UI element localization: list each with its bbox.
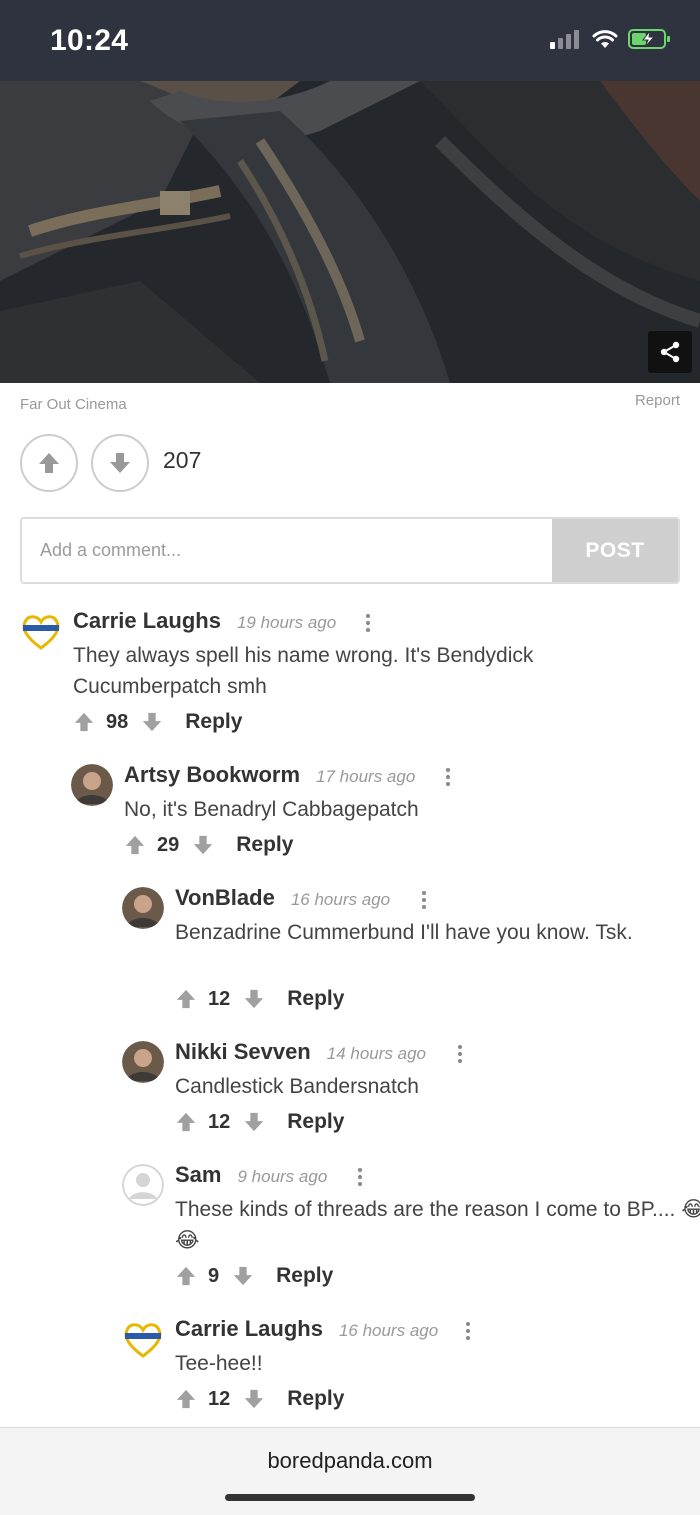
downvote-arrow-icon[interactable] [141,711,163,733]
comment-author[interactable]: Carrie Laughs [175,1316,323,1342]
signal-icon [550,30,579,49]
share-button[interactable] [648,331,692,373]
comment-actions: 12 Reply [175,987,344,1011]
comment-actions: 9 Reply [175,1264,333,1288]
reply-button[interactable]: Reply [287,987,344,1011]
post-button[interactable]: POST [552,519,678,582]
default-avatar[interactable] [122,1164,164,1206]
downvote-arrow-icon[interactable] [243,988,265,1010]
comment-author[interactable]: Carrie Laughs [73,608,221,634]
reply-button[interactable]: Reply [276,1264,333,1288]
comment-text: Tee-hee!! [175,1352,263,1375]
upvote-button[interactable] [20,434,78,492]
comment-header: Carrie Laughs 16 hours ago [175,1316,438,1342]
comment-text: Candlestick Bandersnatch [175,1075,419,1098]
post-image[interactable] [0,81,700,383]
downvote-arrow-icon[interactable] [192,834,214,856]
post-source[interactable]: Far Out Cinema [20,396,127,413]
reply-button[interactable]: Reply [236,833,293,857]
heart-avatar[interactable] [20,610,62,652]
comment-timestamp: 16 hours ago [338,1321,439,1340]
photo-avatar[interactable] [122,1041,164,1083]
comment-vote-count: 98 [106,710,129,733]
reply-button[interactable]: Reply [185,710,242,734]
comment-vote-count: 12 [208,1387,231,1410]
comment-timestamp: 17 hours ago [316,767,416,786]
comment-author[interactable]: Sam [175,1162,221,1188]
upvote-arrow-icon[interactable] [175,1388,197,1410]
url-label[interactable]: boredpanda.com [0,1448,700,1474]
comment: Artsy Bookworm 17 hours ago No, it's Benad… [71,762,700,892]
comment-actions: 12 Reply [175,1387,344,1411]
comment-vote-count: 12 [208,1110,231,1133]
comment-input[interactable] [22,519,552,582]
post-vote-count: 207 [163,447,202,473]
comment-text: They always spell his name wrong. It's B… [73,644,534,698]
heart-avatar[interactable] [122,1318,164,1360]
comment-actions: 12 Reply [175,1110,344,1134]
comment: VonBlade 16 hours ago Benzadrine Cummerbun… [122,885,700,1015]
comment-author[interactable]: VonBlade [175,885,275,911]
comment-header: Carrie Laughs 19 hours ago [73,608,336,634]
comment-actions: 98 Reply [73,710,242,734]
comment-timestamp: 19 hours ago [236,613,337,632]
photo-avatar[interactable] [122,887,164,929]
upvote-arrow-icon[interactable] [175,1111,197,1133]
reply-button[interactable]: Reply [287,1110,344,1134]
comment: Carrie Laughs 19 hours ago They always spe… [20,608,700,738]
upvote-arrow-icon[interactable] [124,834,146,856]
report-link[interactable]: Report [635,392,680,409]
comment-timestamp: 16 hours ago [290,890,391,909]
comment-text: These kinds of threads are the reason I … [175,1198,700,1252]
comment-actions: 29 Reply [124,833,293,857]
downvote-arrow-icon[interactable] [243,1111,265,1133]
comment-header: VonBlade 16 hours ago [175,885,390,911]
comment-author[interactable]: Nikki Sevven [175,1039,311,1065]
browser-bar: boredpanda.com [0,1427,700,1515]
upvote-arrow-icon[interactable] [175,988,197,1010]
comment-timestamp: 9 hours ago [237,1167,328,1186]
share-icon [660,341,680,363]
home-indicator[interactable] [225,1494,475,1501]
upvote-arrow-icon[interactable] [73,711,95,733]
status-icons [550,28,672,50]
wifi-icon [592,30,618,48]
upvote-arrow-icon[interactable] [175,1265,197,1287]
more-options-icon[interactable] [445,768,451,788]
comment-vote-count: 29 [157,833,180,856]
comment-header: Sam 9 hours ago [175,1162,327,1188]
comment: Nikki Sevven 14 hours ago Candlestick Band… [122,1039,700,1169]
battery-charging-icon [628,29,670,49]
more-options-icon[interactable] [465,1322,471,1342]
more-options-icon[interactable] [421,891,427,911]
more-options-icon[interactable] [357,1168,363,1188]
more-options-icon[interactable] [457,1045,463,1065]
comment-header: Nikki Sevven 14 hours ago [175,1039,426,1065]
costume-image [0,81,700,383]
comment-author[interactable]: Artsy Bookworm [124,762,300,788]
comment-form: POST [20,517,680,584]
status-bar: 10:24 [0,0,700,81]
comment-timestamp: 14 hours ago [326,1044,426,1063]
comment-vote-count: 12 [208,987,231,1010]
downvote-arrow-icon[interactable] [243,1388,265,1410]
photo-avatar[interactable] [71,764,113,806]
comment-text: Benzadrine Cummerbund I'll have you know… [175,921,633,944]
comment-text: No, it's Benadryl Cabbagepatch [124,798,419,821]
reply-button[interactable]: Reply [287,1387,344,1411]
comment-vote-count: 9 [208,1264,220,1287]
comment-header: Artsy Bookworm 17 hours ago [124,762,415,788]
status-time: 10:24 [50,24,129,57]
downvote-button[interactable] [91,434,149,492]
comment: Sam 9 hours ago These kinds of threads are… [122,1162,700,1292]
arrow-down-icon [110,453,130,473]
more-options-icon[interactable] [365,614,371,634]
downvote-arrow-icon[interactable] [232,1265,254,1287]
arrow-up-icon [39,453,59,473]
